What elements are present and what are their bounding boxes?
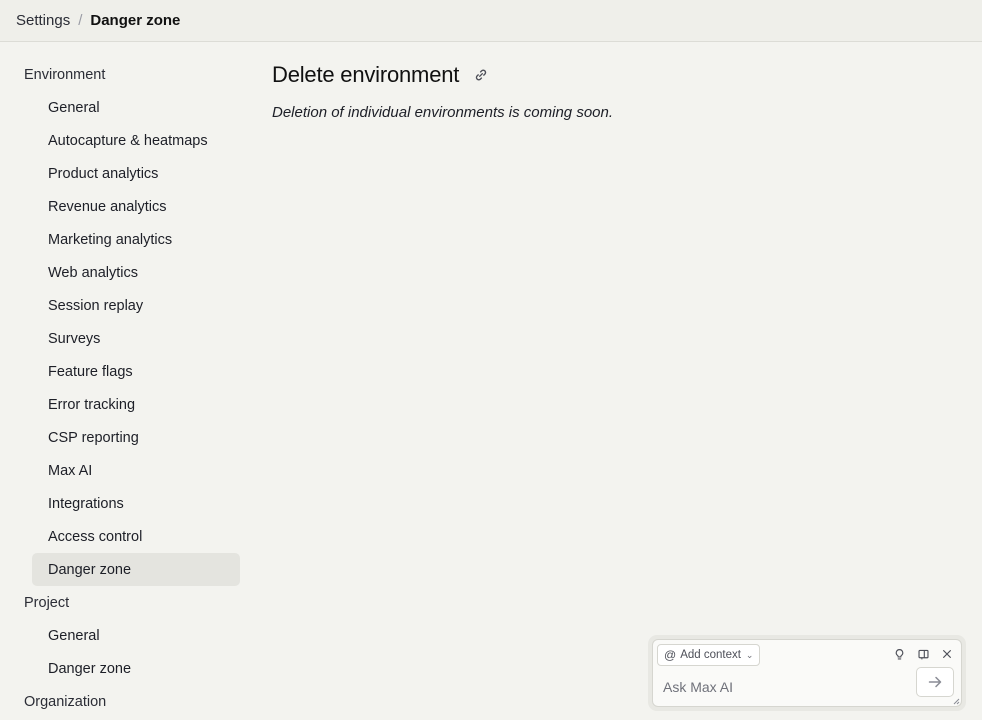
sidebar-section-organization: Organization — [24, 693, 107, 710]
sidebar-item-access-control[interactable]: Access control — [32, 520, 240, 553]
sidebar-item-project-general[interactable]: General — [32, 619, 240, 652]
sidebar-section-project: Project — [24, 594, 70, 611]
sidebar-item-surveys[interactable]: Surveys — [32, 322, 240, 355]
sidebar-item-session-replay[interactable]: Session replay — [32, 289, 240, 322]
breadcrumb: Settings / Danger zone — [0, 0, 982, 42]
sidebar-item-danger-zone[interactable]: Danger zone — [32, 553, 240, 586]
lightbulb-icon[interactable] — [891, 646, 907, 662]
sidebar-item-web-analytics[interactable]: Web analytics — [32, 256, 240, 289]
sidebar-item-revenue-analytics[interactable]: Revenue analytics — [32, 190, 240, 223]
sidebar-item-feature-flags[interactable]: Feature flags — [32, 355, 240, 388]
add-context-button[interactable]: @ Add context ⌄ — [657, 644, 761, 666]
title-row: Delete environment — [272, 58, 613, 91]
page-title: Delete environment — [272, 61, 460, 87]
arrow-right-icon — [928, 676, 942, 688]
sidebar-item-max-ai[interactable]: Max AI — [32, 454, 240, 487]
link-icon[interactable] — [473, 67, 489, 83]
at-icon: @ — [664, 648, 677, 662]
chevron-down-icon: ⌄ — [745, 649, 754, 660]
coming-soon-notice: Deletion of individual environments is c… — [272, 104, 614, 121]
max-ai-panel: @ Add context ⌄ — [648, 635, 966, 711]
breadcrumb-current: Danger zone — [90, 12, 181, 29]
sidebar-item-product-analytics[interactable]: Product analytics — [32, 157, 240, 190]
sidebar-item-error-tracking[interactable]: Error tracking — [32, 388, 240, 421]
settings-content: Delete environment Deletion of individua… — [272, 58, 614, 122]
sidebar-item-marketing-analytics[interactable]: Marketing analytics — [32, 223, 240, 256]
send-button[interactable] — [916, 667, 954, 697]
breadcrumb-separator: / — [78, 12, 83, 29]
settings-sidebar: Environment General Autocapture & heatma… — [24, 58, 240, 718]
sidebar-item-general[interactable]: General — [32, 91, 240, 124]
add-context-label: Add context — [680, 649, 741, 661]
max-toolbar — [891, 646, 955, 662]
sidebar-item-project-danger-zone[interactable]: Danger zone — [32, 652, 240, 685]
open-side-panel-icon[interactable] — [915, 646, 931, 662]
sidebar-item-integrations[interactable]: Integrations — [32, 487, 240, 520]
ask-max-input[interactable] — [663, 677, 903, 697]
breadcrumb-settings[interactable]: Settings — [16, 12, 70, 29]
resize-handle[interactable] — [952, 697, 960, 705]
sidebar-item-csp-reporting[interactable]: CSP reporting — [32, 421, 240, 454]
close-icon[interactable] — [939, 646, 955, 662]
sidebar-item-autocapture[interactable]: Autocapture & heatmaps — [32, 124, 240, 157]
sidebar-section-environment: Environment — [24, 66, 106, 83]
max-ai-input-box: @ Add context ⌄ — [652, 639, 962, 707]
